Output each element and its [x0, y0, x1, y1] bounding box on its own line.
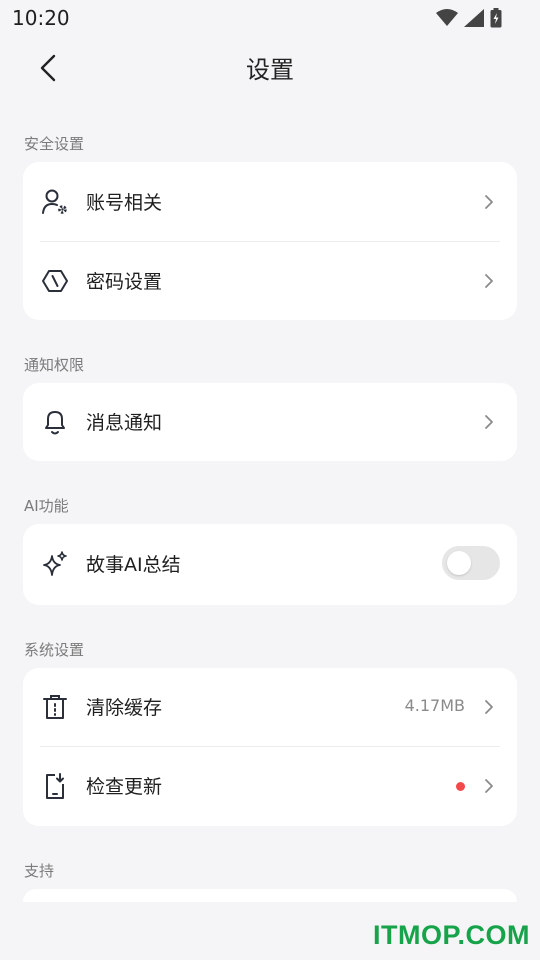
- status-icons: [436, 8, 502, 28]
- bell-icon: [41, 408, 69, 436]
- wifi-icon: [436, 9, 458, 26]
- card-security: 账号相关 密码设置: [23, 162, 517, 320]
- row-check-update[interactable]: 检查更新: [23, 746, 517, 826]
- row-label: 消息通知: [86, 412, 163, 434]
- chevron-right-icon: [485, 195, 493, 209]
- card-system: 清除缓存 4.17MB 检查更新: [23, 668, 517, 826]
- row-label: 密码设置: [86, 271, 163, 293]
- row-label: 账号相关: [86, 192, 163, 214]
- update-badge-dot: [456, 782, 465, 791]
- row-ai-summary: 故事AI总结: [23, 524, 517, 604]
- cache-size-value: 4.17MB: [404, 696, 465, 715]
- cellular-signal-icon: [464, 9, 484, 27]
- section-label-ai: AI功能: [24, 497, 69, 515]
- trash-icon: [41, 693, 69, 721]
- section-label-security: 安全设置: [24, 135, 85, 153]
- toggle-knob: [447, 551, 471, 575]
- status-bar: 10:20: [0, 0, 540, 36]
- row-label: 清除缓存: [86, 697, 163, 719]
- chevron-right-icon: [485, 700, 493, 714]
- ai-summary-toggle[interactable]: [442, 546, 500, 580]
- card-ai: 故事AI总结: [23, 524, 517, 605]
- page-title: 设置: [246, 56, 294, 84]
- header: 设置: [0, 36, 540, 98]
- sparkle-icon: [41, 550, 69, 578]
- row-label: 故事AI总结: [86, 554, 181, 576]
- watermark-logo: ITMOP.COM: [372, 920, 530, 950]
- section-label-notification: 通知权限: [24, 356, 85, 374]
- card-support-partial: [23, 889, 517, 902]
- row-label: 检查更新: [86, 776, 163, 798]
- status-time: 10:20: [12, 6, 70, 30]
- battery-charging-icon: [490, 8, 502, 28]
- card-notification: 消息通知: [23, 383, 517, 461]
- chevron-right-icon: [485, 779, 493, 793]
- section-label-system: 系统设置: [24, 641, 85, 659]
- chevron-right-icon: [485, 274, 493, 288]
- row-message-notification[interactable]: 消息通知: [23, 382, 517, 462]
- row-password[interactable]: 密码设置: [23, 241, 517, 321]
- section-label-support: 支持: [24, 862, 55, 880]
- chevron-right-icon: [485, 415, 493, 429]
- row-account[interactable]: 账号相关: [23, 162, 517, 242]
- row-clear-cache[interactable]: 清除缓存 4.17MB: [23, 667, 517, 747]
- account-settings-icon: [41, 188, 69, 216]
- phone-download-icon: [41, 772, 69, 800]
- password-hexagon-icon: [41, 267, 69, 295]
